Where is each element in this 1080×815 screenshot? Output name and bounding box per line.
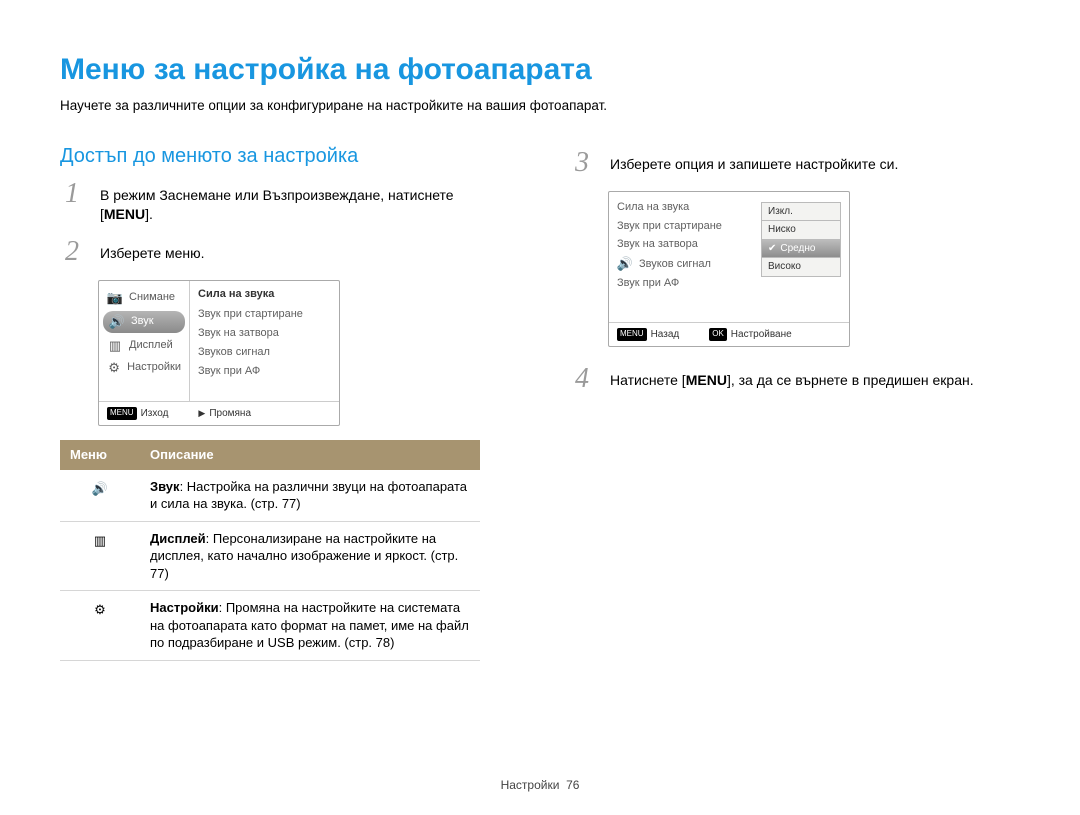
speaker-icon: 🔊 bbox=[92, 480, 108, 496]
gear-icon: ⚙ bbox=[107, 360, 121, 376]
check-icon: ✔ bbox=[768, 242, 776, 256]
ui-left-item-display: ▥Дисплей bbox=[99, 335, 189, 357]
option-medium: ✔Средно bbox=[761, 239, 841, 259]
step-2: 2 Изберете меню. bbox=[60, 238, 510, 266]
step-4: 4 Натиснете [MENU], за да се върнете в п… bbox=[570, 365, 1020, 393]
menu-tag-icon: MENU bbox=[107, 407, 137, 420]
display-icon: ▥ bbox=[107, 338, 123, 354]
camera-icon: 📷 bbox=[107, 290, 123, 306]
list-item: Звук при АФ bbox=[617, 274, 755, 293]
table-row: ▥ Дисплей: Персонализиране на настройкит… bbox=[60, 521, 480, 591]
ui-right-item: Звуков сигнал bbox=[198, 343, 331, 362]
page-title: Меню за настройка на фотоапарата bbox=[60, 50, 1020, 91]
row-label: Дисплей bbox=[150, 531, 206, 546]
step-1-text-a: В режим Заснемане или Възпроизвеждане, н… bbox=[100, 187, 454, 222]
row-label: Звук bbox=[150, 479, 180, 494]
ui-right-item: Звук на затвора bbox=[198, 324, 331, 343]
speaker-icon: 🔊 bbox=[617, 256, 633, 272]
ui2-footer: MENUНазад OKНастройване bbox=[609, 322, 849, 347]
option-low: Ниско bbox=[761, 220, 841, 240]
right-column: 3 Изберете опция и запишете настройките … bbox=[570, 143, 1020, 661]
step-4-text-b: ], за да се върнете в предишен екран. bbox=[727, 372, 974, 388]
ui-menu-screenshot: 📷Снимане 🔊Звук ▥Дисплей ⚙Настройки Сила … bbox=[98, 280, 340, 427]
ok-tag-icon: OK bbox=[709, 328, 727, 341]
gear-icon: ⚙ bbox=[92, 602, 108, 618]
step-number: 2 bbox=[60, 238, 84, 266]
ui-option-screenshot: Сила на звука Звук при стартиране Звук н… bbox=[608, 191, 850, 348]
speaker-icon: 🔊 bbox=[109, 314, 125, 330]
list-item: Звук при стартиране bbox=[617, 217, 755, 236]
left-column: Достъп до менюто за настройка 1 В режим … bbox=[60, 143, 510, 661]
menu-key: MENU bbox=[686, 372, 727, 388]
menu-key: MENU bbox=[104, 206, 145, 222]
table-header-menu: Меню bbox=[60, 440, 140, 470]
step-number: 1 bbox=[60, 180, 84, 224]
step-number: 4 bbox=[570, 365, 594, 393]
ui-footer: MENUИзход ▶Промяна bbox=[99, 401, 339, 426]
step-1-text-b: ]. bbox=[145, 206, 153, 222]
ui-left-item-sound: 🔊Звук bbox=[103, 311, 185, 333]
ui2-left-list: Сила на звука Звук при стартиране Звук н… bbox=[617, 198, 755, 316]
page-intro: Научете за различните опции за конфигури… bbox=[60, 97, 1020, 115]
option-high: Високо bbox=[761, 257, 841, 277]
list-item: Звук на затвора bbox=[617, 235, 755, 254]
display-icon: ▥ bbox=[92, 532, 108, 548]
ui-left-panel: 📷Снимане 🔊Звук ▥Дисплей ⚙Настройки bbox=[99, 281, 190, 401]
step-2-text: Изберете меню. bbox=[100, 238, 205, 266]
menu-tag-icon: MENU bbox=[617, 328, 647, 341]
ui-right-panel: Сила на звука Звук при стартиране Звук н… bbox=[190, 281, 339, 401]
row-desc: : Настройка на различни звуци на фотоапа… bbox=[150, 479, 467, 512]
ui-right-item: Звук при АФ bbox=[198, 362, 331, 381]
page-footer: Настройки 76 bbox=[0, 777, 1080, 793]
table-row: ⚙ Настройки: Промяна на настройките на с… bbox=[60, 591, 480, 661]
list-item: 🔊Звуков сигнал bbox=[617, 254, 755, 274]
row-label: Настройки bbox=[150, 600, 219, 615]
footer-page: 76 bbox=[566, 778, 579, 792]
ui-right-item: Звук при стартиране bbox=[198, 305, 331, 324]
step-3: 3 Изберете опция и запишете настройките … bbox=[570, 149, 1020, 177]
ui-right-title: Сила на звука bbox=[198, 287, 331, 302]
footer-label: Настройки bbox=[501, 778, 560, 792]
step-number: 3 bbox=[570, 149, 594, 177]
ui-left-item-settings: ⚙Настройки bbox=[99, 357, 189, 379]
table-row: 🔊 Звук: Настройка на различни звуци на ф… bbox=[60, 470, 480, 522]
table-header-description: Описание bbox=[140, 440, 480, 470]
ui-left-item-camera: 📷Снимане bbox=[99, 287, 189, 309]
step-1: 1 В режим Заснемане или Възпроизвеждане,… bbox=[60, 180, 510, 224]
step-4-text-a: Натиснете [ bbox=[610, 372, 686, 388]
ui2-options-popup: Изкл. Ниско ✔Средно Високо bbox=[761, 198, 841, 316]
section-title: Достъп до менюто за настройка bbox=[60, 143, 510, 170]
list-item: Сила на звука bbox=[617, 198, 755, 217]
menu-description-table: Меню Описание 🔊 Звук: Настройка на разли… bbox=[60, 440, 480, 661]
step-3-text: Изберете опция и запишете настройките си… bbox=[610, 149, 898, 177]
option-off: Изкл. bbox=[761, 202, 841, 222]
play-icon: ▶ bbox=[198, 407, 205, 419]
